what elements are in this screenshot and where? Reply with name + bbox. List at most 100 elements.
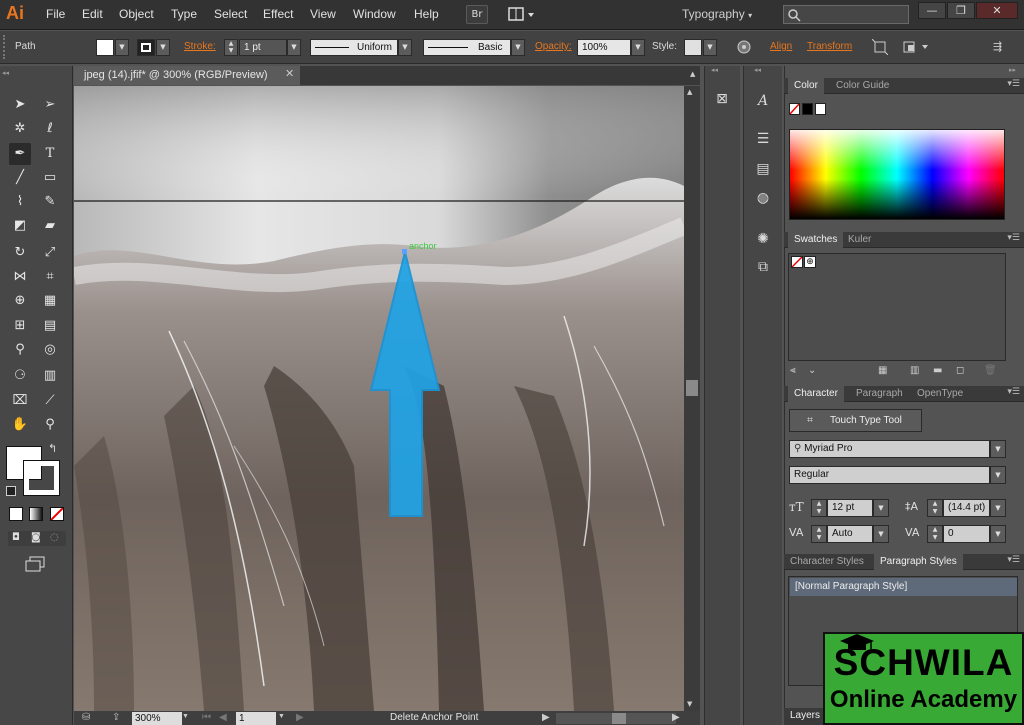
font-size-dropdown[interactable]: ▼ (873, 499, 889, 517)
tab-kuler[interactable]: Kuler (842, 232, 877, 248)
layers-panel-icon[interactable]: ⧉ (751, 256, 775, 278)
minimize-button[interactable]: — (918, 2, 946, 19)
scroll-down-icon[interactable]: ▼ (687, 700, 692, 708)
tab-paragraph-styles[interactable]: Paragraph Styles (874, 554, 963, 570)
menu-window[interactable]: Window (353, 7, 396, 21)
tab-color[interactable]: Color (788, 78, 824, 94)
perspective-grid-tool-icon[interactable]: ▦ (39, 290, 61, 312)
tab-color-guide[interactable]: Color Guide (830, 78, 895, 94)
mesh-tool-icon[interactable]: ⊞ (9, 315, 31, 337)
next-page-icon[interactable]: ▶ (296, 712, 304, 723)
menu-edit[interactable]: Edit (82, 7, 103, 21)
brush-dropdown[interactable]: ▼ (511, 39, 525, 56)
opacity-dropdown[interactable]: ▼ (631, 39, 645, 56)
draw-modes[interactable]: ◘ ◙ ◌ (8, 531, 66, 546)
opacity-field[interactable]: 100% (577, 39, 631, 56)
column-graph-tool-icon[interactable]: ▥ (39, 365, 61, 387)
eyedropper-tool-icon[interactable]: ⚲ (9, 339, 31, 361)
screen-mode-button[interactable] (24, 556, 46, 572)
delete-swatch-icon[interactable]: 🗑 (984, 365, 997, 376)
bridge-button[interactable]: Br (466, 5, 488, 24)
search-input[interactable] (783, 5, 909, 24)
slice-tool-icon[interactable]: ⟋ (39, 390, 61, 412)
vertical-scroll-thumb[interactable] (686, 380, 698, 396)
swatch-none[interactable] (791, 256, 803, 268)
new-swatch-icon[interactable]: ◻ (956, 365, 964, 376)
tab-layers[interactable]: Layers (790, 710, 820, 721)
selection-tool-icon[interactable]: ➤ (9, 94, 31, 116)
new-color-group-icon[interactable]: ▬ (933, 365, 942, 376)
strip2-expand-icon[interactable]: ◂◂ (754, 66, 761, 74)
artboard-canvas[interactable]: anchor (74, 86, 684, 711)
zoom-dropdown-icon[interactable]: ▼ (182, 713, 189, 720)
hand-tool-icon[interactable]: ✋ (9, 414, 31, 436)
select-similar-button[interactable] (902, 39, 932, 58)
color-none-swatch[interactable] (789, 103, 800, 115)
font-style-field[interactable]: Regular (789, 466, 990, 484)
strip-expand-icon[interactable]: ◂◂ (711, 66, 718, 74)
magic-wand-tool-icon[interactable]: ✲ (9, 118, 31, 140)
swatch-libraries-icon[interactable]: ⫷ (790, 365, 796, 376)
menu-effect[interactable]: Effect (263, 7, 293, 21)
stroke-weight-dropdown[interactable]: ▼ (287, 39, 301, 56)
workspace-switcher[interactable]: Typography ▾ (682, 7, 752, 21)
character-panel-menu-icon[interactable]: ▾☰ (1007, 387, 1020, 397)
width-tool-icon[interactable]: ⋈ (9, 266, 31, 288)
menu-view[interactable]: View (310, 7, 336, 21)
tab-paragraph[interactable]: Paragraph (850, 386, 909, 402)
horizontal-scroll-thumb[interactable] (612, 713, 626, 724)
align-link[interactable]: Align (770, 41, 792, 52)
none-mode-button[interactable] (50, 507, 64, 521)
page-field[interactable]: 1 (236, 712, 276, 725)
transparency-panel-icon[interactable]: ◍ (751, 187, 775, 209)
close-tab-icon[interactable]: ✕ (285, 67, 294, 80)
symbol-sprayer-tool-icon[interactable]: ⚆ (9, 365, 31, 387)
transform-link[interactable]: Transform (807, 41, 852, 52)
menu-type[interactable]: Type (171, 7, 197, 21)
swatch-options-icon[interactable]: ▥ (910, 365, 919, 376)
draw-inside-icon[interactable]: ◌ (50, 532, 59, 543)
close-button[interactable]: ✕ (976, 2, 1018, 19)
stroke-label[interactable]: Stroke: (184, 41, 216, 52)
vertical-scrollbar[interactable] (684, 86, 700, 711)
restore-button[interactable]: ❐ (947, 2, 975, 19)
rectangle-tool-icon[interactable]: ▭ (39, 167, 61, 189)
gradient-tool-icon[interactable]: ▤ (39, 315, 61, 337)
navigator-panel-icon[interactable]: ⊠ (710, 88, 734, 110)
shape-builder-tool-icon[interactable]: ⊕ (9, 290, 31, 312)
fill-swatch[interactable] (96, 39, 114, 56)
pencil-tool-icon[interactable]: ✎ (39, 191, 61, 213)
gradient-mode-button[interactable] (29, 507, 43, 521)
pen-tool-icon[interactable]: ✒ (9, 143, 31, 165)
leading-dropdown[interactable]: ▼ (990, 499, 1006, 517)
control-bar-menu-icon[interactable]: ⇶ (993, 40, 1002, 53)
blob-brush-tool-icon[interactable]: ◩ (9, 215, 31, 237)
font-size-stepper[interactable]: ▲ ▼ (811, 499, 827, 517)
font-family-field[interactable]: ⚲ Myriad Pro (789, 440, 990, 458)
font-family-dropdown[interactable]: ▼ (990, 440, 1006, 458)
graphic-style-dropdown[interactable]: ▼ (703, 39, 717, 56)
eraser-tool-icon[interactable]: ▰ (39, 215, 61, 237)
lasso-tool-icon[interactable]: ℓ (39, 118, 61, 140)
status-arrow-icon[interactable]: ▶ (542, 712, 550, 723)
stroke-stepper[interactable]: ▲ ▼ (224, 39, 238, 56)
paintbrush-tool-icon[interactable]: ⌇ (9, 191, 31, 213)
stroke-dropdown[interactable]: ▼ (156, 39, 170, 56)
paragraph-style-item[interactable]: [Normal Paragraph Style] (790, 578, 1017, 596)
kerning-stepper[interactable]: ▲ ▼ (811, 525, 827, 543)
stroke-color-box[interactable] (23, 460, 60, 496)
tracking-stepper[interactable]: ▲ ▼ (927, 525, 943, 543)
tracking-dropdown[interactable]: ▼ (990, 525, 1006, 543)
glyphs-panel-icon[interactable]: A (751, 90, 775, 112)
artboard-tool-icon[interactable]: ⌧ (9, 390, 31, 412)
isolate-button[interactable] (871, 38, 889, 58)
color-mode-button[interactable] (9, 507, 23, 521)
graphic-style-swatch[interactable] (684, 39, 702, 56)
free-transform-tool-icon[interactable]: ⌗ (39, 266, 61, 288)
zoom-tool-icon[interactable]: ⚲ (39, 414, 61, 436)
scale-tool-icon[interactable]: ⤢ (39, 242, 61, 264)
type-tool-icon[interactable]: T (39, 143, 61, 165)
swatch-registration[interactable]: ⊕ (804, 256, 816, 268)
zoom-field[interactable]: 300% (132, 712, 182, 725)
rotate-tool-icon[interactable]: ↻ (9, 242, 31, 264)
